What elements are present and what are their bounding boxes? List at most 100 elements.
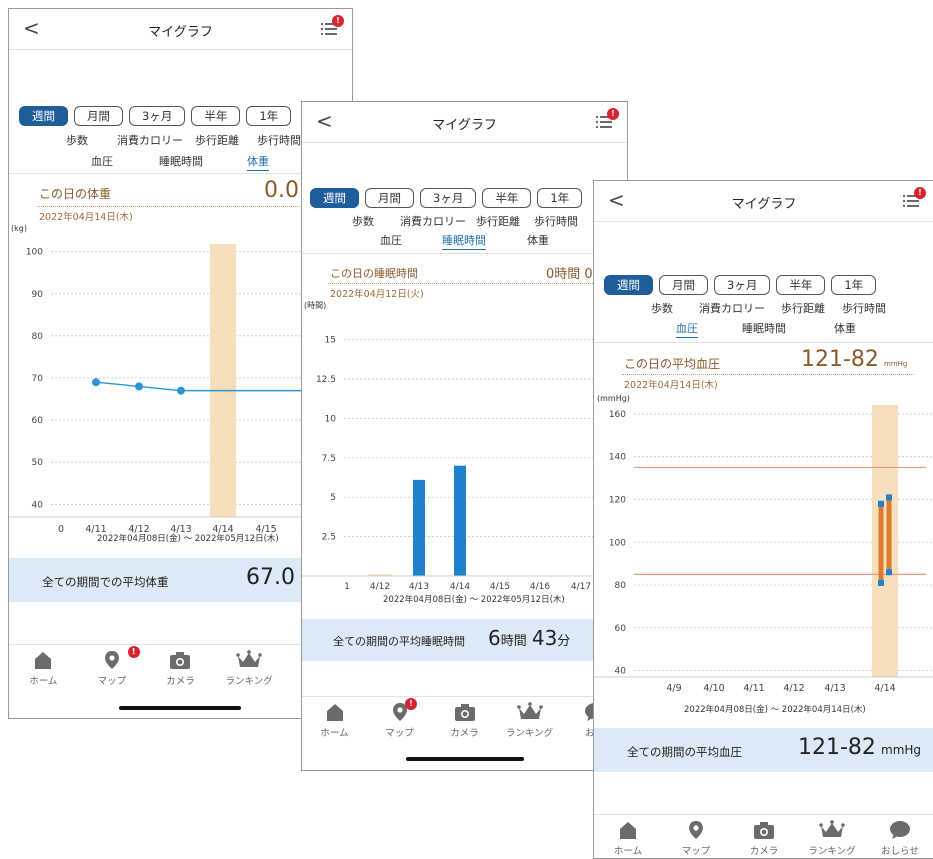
tab-ranking[interactable]: ランキング	[215, 650, 284, 690]
tab-news[interactable]: おしらせ	[866, 820, 933, 858]
metric-blood-pressure[interactable]: 血圧	[91, 153, 113, 169]
metric-walk-time[interactable]: 歩行時間	[534, 213, 578, 229]
metric-sleep[interactable]: 睡眠時間	[159, 153, 203, 169]
notification-badge: !	[914, 187, 926, 199]
metric-steps[interactable]: 歩数	[66, 132, 88, 148]
tab-home[interactable]: ホーム	[594, 820, 662, 858]
tab-ranking[interactable]: ランキング	[497, 702, 562, 742]
tab-label: ランキング	[808, 846, 856, 857]
phone-screen-sleep: < マイグラフ ! 週間 月間 3ヶ月 半年 1年 歩数 消費カロリー 歩行距離…	[301, 101, 628, 771]
x-tick-label: 4/14	[874, 683, 895, 694]
notification-badge: !	[607, 108, 619, 120]
metric-sleep[interactable]: 睡眠時間	[742, 320, 786, 336]
x-tick-label: 0	[58, 524, 64, 535]
period-week-button[interactable]: 週間	[19, 106, 68, 126]
tab-map[interactable]: マップ	[662, 820, 730, 858]
metric-distance[interactable]: 歩行距離	[195, 132, 239, 148]
metric-distance[interactable]: 歩行距離	[476, 213, 520, 229]
tab-home[interactable]: ホーム	[9, 650, 78, 690]
period-halfyear-button[interactable]: 半年	[776, 275, 826, 295]
page-title: マイグラフ	[731, 197, 797, 212]
metric-calories[interactable]: 消費カロリー	[699, 300, 765, 316]
x-tick-label: 4/11	[743, 683, 764, 694]
diastolic-marker	[886, 569, 892, 576]
metric-calories[interactable]: 消費カロリー	[117, 132, 183, 148]
period-week-button[interactable]: 週間	[310, 188, 359, 208]
list-menu-icon[interactable]: !	[320, 15, 344, 37]
metric-sleep[interactable]: 睡眠時間	[442, 232, 486, 250]
home-icon	[35, 652, 52, 669]
period-month-button[interactable]: 月間	[74, 106, 123, 126]
period-3month-button[interactable]: 3ヶ月	[420, 188, 477, 208]
x-tick-label: 4/16	[530, 582, 550, 592]
notification-badge: !	[332, 15, 344, 27]
x-tick-label: 4/13	[409, 582, 429, 592]
average-value: 67.0	[246, 565, 295, 590]
highlight-bar	[210, 244, 236, 517]
notification-badge: !	[405, 698, 417, 710]
date-range: 2022年04月08日(金) ～ 2022年05月12日(木)	[97, 534, 279, 544]
tab-ranking[interactable]: ランキング	[798, 820, 866, 858]
nav-bar: < マイグラフ !	[302, 102, 627, 143]
list-menu-icon[interactable]: !	[595, 108, 619, 130]
sleep-bar	[454, 465, 466, 576]
metric-steps[interactable]: 歩数	[651, 300, 673, 316]
period-year-button[interactable]: 1年	[246, 106, 292, 126]
period-halfyear-button[interactable]: 半年	[191, 106, 241, 126]
tab-camera[interactable]: カメラ	[432, 702, 497, 742]
y-tick-label: 160	[609, 410, 626, 420]
period-year-button[interactable]: 1年	[537, 188, 583, 208]
period-3month-button[interactable]: 3ヶ月	[129, 106, 186, 126]
tab-label: ホーム	[29, 676, 58, 687]
period-halfyear-button[interactable]: 半年	[482, 188, 532, 208]
period-3month-button[interactable]: 3ヶ月	[714, 275, 771, 295]
day-heading: この日の睡眠時間	[330, 267, 418, 280]
period-week-button[interactable]: 週間	[604, 275, 653, 295]
tab-map[interactable]: ! マップ	[367, 698, 432, 742]
period-month-button[interactable]: 月間	[659, 275, 708, 295]
metric-steps[interactable]: 歩数	[352, 213, 374, 229]
list-menu-icon[interactable]: !	[902, 187, 926, 209]
highlight-bar	[872, 405, 898, 677]
tab-camera[interactable]: カメラ	[730, 820, 798, 858]
metric-weight[interactable]: 体重	[527, 232, 549, 248]
y-tick-label: 7.5	[322, 454, 336, 464]
y-tick-label: 140	[609, 453, 626, 463]
y-tick-label: 60	[32, 416, 44, 426]
metric-weight[interactable]: 体重	[834, 320, 856, 336]
tab-label: おしらせ	[881, 846, 919, 857]
x-tick-label: 1	[344, 582, 350, 592]
home-icon	[326, 704, 343, 721]
y-axis-unit: (kg)	[11, 224, 27, 233]
metric-weight[interactable]: 体重	[247, 153, 269, 171]
y-tick-label: 2.5	[322, 533, 336, 543]
y-tick-label: 40	[32, 500, 44, 510]
map-pin-icon	[689, 821, 703, 839]
crown-icon	[516, 702, 543, 719]
metric-distance[interactable]: 歩行距離	[781, 300, 825, 316]
home-indicator	[406, 757, 524, 761]
average-value: 121-82 mmHg	[798, 735, 922, 760]
camera-icon	[754, 822, 774, 839]
x-tick-label: 4/9	[666, 683, 681, 694]
y-tick-label: 15	[325, 336, 336, 346]
metric-blood-pressure[interactable]: 血圧	[676, 320, 698, 338]
period-year-button[interactable]: 1年	[831, 275, 877, 295]
home-icon	[620, 822, 636, 839]
y-tick-label: 60	[615, 624, 627, 634]
period-month-button[interactable]: 月間	[365, 188, 414, 208]
tab-camera[interactable]: カメラ	[146, 650, 215, 690]
tab-home[interactable]: ホーム	[302, 702, 367, 742]
average-label: 全ての期間での平均体重	[42, 575, 169, 589]
tab-map[interactable]: ! マップ	[78, 646, 147, 690]
metric-blood-pressure[interactable]: 血圧	[380, 232, 402, 248]
metric-walk-time[interactable]: 歩行時間	[842, 300, 886, 316]
pressure-range-bar	[878, 503, 884, 583]
metric-walk-time[interactable]: 歩行時間	[257, 132, 301, 148]
pressure-range-bar	[886, 497, 892, 573]
y-tick-label: 40	[615, 667, 627, 677]
y-tick-label: 90	[32, 290, 44, 300]
home-indicator	[119, 706, 241, 710]
metric-calories[interactable]: 消費カロリー	[400, 213, 466, 229]
x-tick-label: 4/15	[490, 582, 510, 592]
